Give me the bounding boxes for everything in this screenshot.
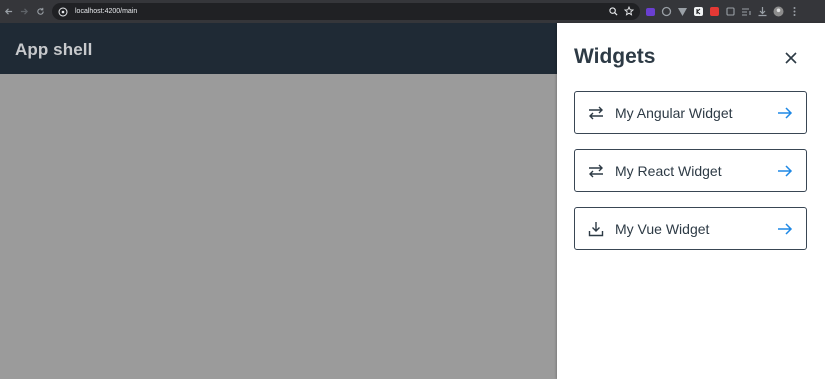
reload-icon[interactable] [32,4,48,20]
drawer-backdrop[interactable] [0,23,557,379]
extension-vue-icon[interactable] [677,6,688,17]
arrow-right-icon [776,162,794,180]
arrow-right-icon [776,220,794,238]
drawer-title: Widgets [574,45,656,68]
back-icon[interactable] [0,4,16,20]
swap-arrows-icon [587,104,605,122]
extension-circle-icon[interactable] [661,6,672,17]
extension-red-icon[interactable] [709,6,720,17]
widget-label: My Angular Widget [615,104,733,121]
download-toolbar-icon[interactable] [757,6,768,17]
download-icon [587,220,605,238]
forward-icon[interactable] [16,4,32,20]
address-bar[interactable]: localhost:4200/main [52,3,640,20]
zoom-icon[interactable] [609,3,618,21]
widget-label: My Vue Widget [615,220,710,237]
close-icon [785,52,797,64]
widget-button-vue[interactable]: My Vue Widget [574,207,807,250]
widget-label: My React Widget [615,162,722,179]
extension-purple-icon[interactable] [645,6,656,17]
close-button[interactable] [781,48,801,68]
widget-button-react[interactable]: My React Widget [574,149,807,192]
browser-toolbar: localhost:4200/main [0,0,825,23]
site-info-icon[interactable] [56,5,70,19]
media-controls-icon[interactable] [741,6,752,17]
widget-button-angular[interactable]: My Angular Widget [574,91,807,134]
swap-arrows-icon [587,162,605,180]
extension-k-icon[interactable] [693,6,704,17]
widgets-drawer: Widgets My Angular Widget My React Widge… [557,23,825,379]
arrow-right-icon [776,104,794,122]
bookmark-star-icon[interactable] [623,3,635,21]
profile-avatar-icon[interactable] [773,6,784,17]
extensions-puzzle-icon[interactable] [725,6,736,17]
browser-menu-icon[interactable] [789,6,800,17]
url-text: localhost:4200/main [75,8,138,15]
